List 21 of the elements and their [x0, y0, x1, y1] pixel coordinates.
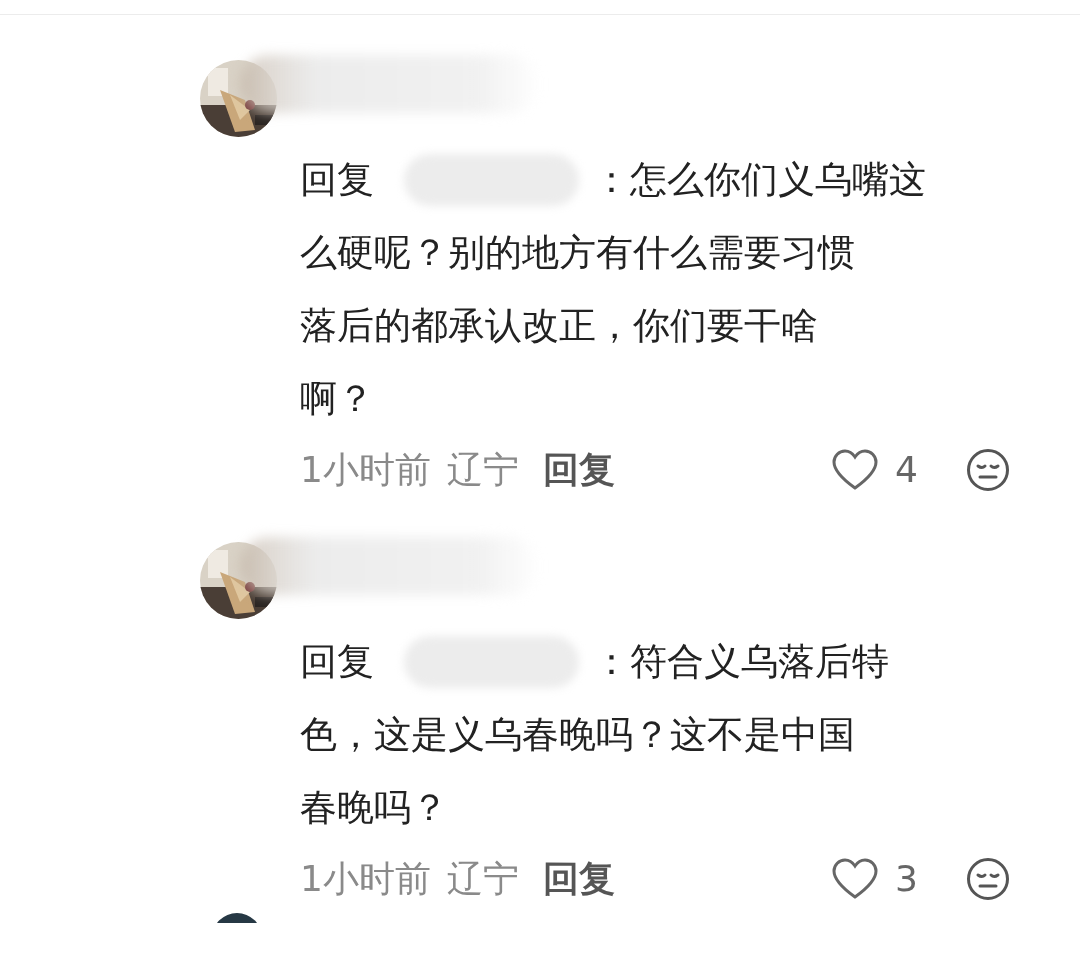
- comment-text-line: 色，这是义乌春晚吗？这不是中国: [300, 712, 856, 758]
- reply-button[interactable]: 回复: [542, 852, 615, 906]
- like-count: 3: [895, 857, 918, 901]
- comment-text-line: 啊？: [300, 376, 375, 422]
- comment-text-line: 春晚吗？: [300, 785, 449, 831]
- like-icon[interactable]: [831, 857, 880, 901]
- comment-text-line: 么硬呢？别的地方有什么需要习惯: [300, 230, 856, 276]
- comment-time: 1小时前: [300, 448, 431, 492]
- comment-text-line: ：符合义乌落后特: [593, 639, 889, 685]
- reply-button[interactable]: 回复: [542, 443, 615, 497]
- reply-label: 回复: [300, 157, 374, 203]
- neutral-face-icon[interactable]: [966, 448, 1010, 492]
- like-icon[interactable]: [831, 448, 880, 492]
- neutral-face-icon[interactable]: [966, 857, 1010, 901]
- comment-text-line: ：怎么你们义乌嘴这: [593, 157, 926, 203]
- comment-time: 1小时前: [300, 857, 431, 901]
- comment-location: 辽宁: [446, 857, 519, 901]
- like-count: 4: [895, 448, 918, 492]
- comment-location: 辽宁: [446, 448, 519, 492]
- reply-label: 回复: [300, 639, 374, 685]
- comment-text-line: 落后的都承认改正，你们要干啥: [300, 303, 819, 349]
